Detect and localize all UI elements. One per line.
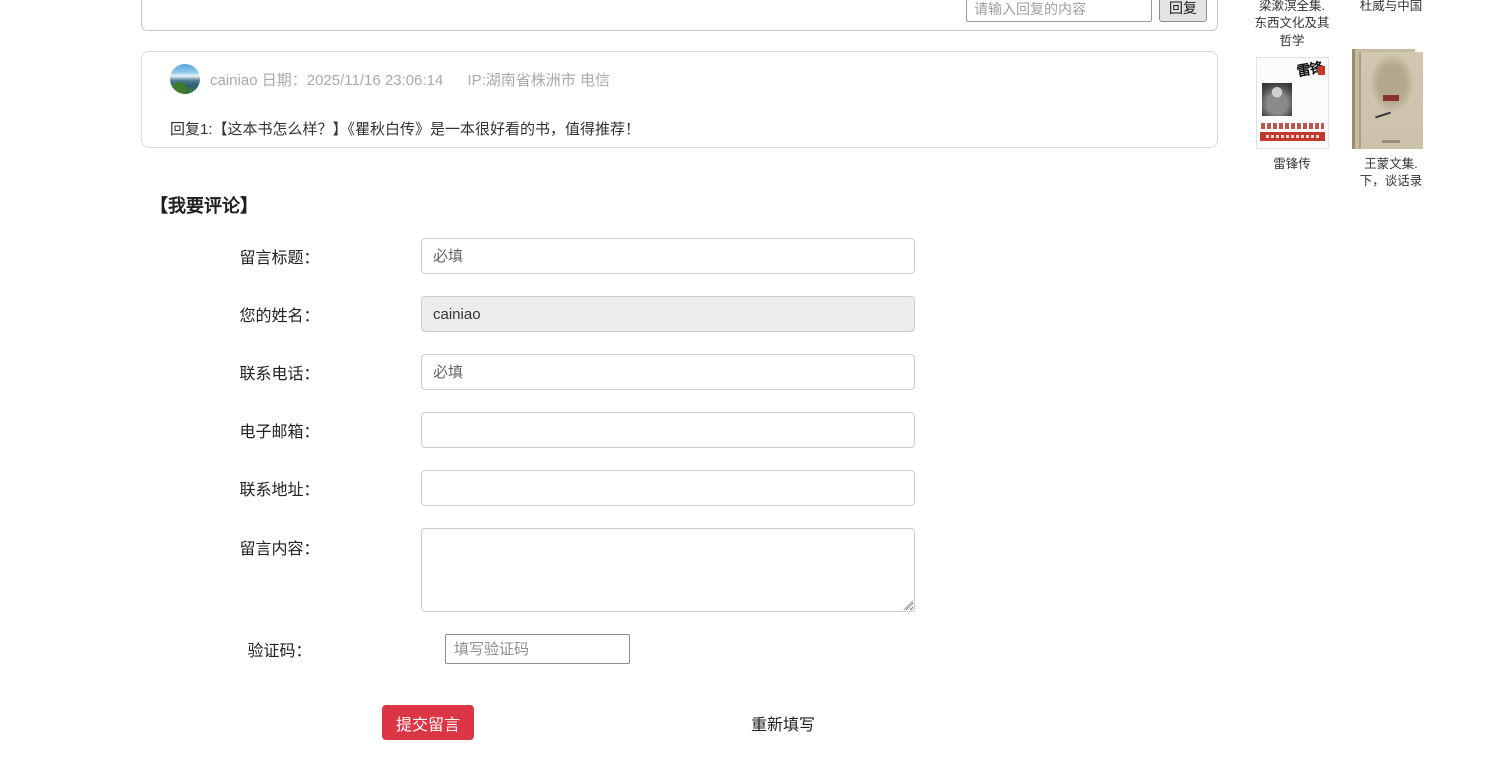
form-buttons: 提交留言 重新填写 <box>141 705 1091 740</box>
user-avatar <box>170 64 200 94</box>
book-title[interactable]: 杜威与中国 <box>1352 0 1430 15</box>
name-label: 您的姓名： <box>237 302 322 326</box>
comment-card: cainiao 日期：2025/11/16 23:06:14 IP:湖南省株洲市… <box>141 51 1218 148</box>
red-seal-icon <box>1318 66 1325 75</box>
book-cover-wangmeng[interactable] <box>1359 52 1423 149</box>
phone-input[interactable] <box>421 354 915 390</box>
phone-label: 联系电话： <box>237 360 322 384</box>
name-input[interactable] <box>421 296 915 332</box>
cover-red-text-line <box>1261 123 1324 129</box>
message-title-input[interactable] <box>421 238 915 274</box>
book-title[interactable]: 王蒙文集. 下，谈话录 <box>1352 156 1430 191</box>
comment-datetime: 2025/11/16 23:06:14 <box>307 72 444 89</box>
section-title: 【我要评论】 <box>150 192 258 218</box>
form-row-phone: 联系电话： <box>141 354 1091 390</box>
form-row-name: 您的姓名： <box>141 296 1091 332</box>
book-item-leifengzhuan[interactable]: 雷锋 雷锋传 <box>1253 52 1331 173</box>
comment-username: cainiao <box>210 72 258 89</box>
form-row-captcha: 验证码： <box>141 634 1091 664</box>
book-item-duwei[interactable]: 杜威与中国 <box>1352 0 1430 15</box>
captcha-input[interactable] <box>445 634 630 664</box>
message-content-label: 留言内容： <box>237 528 322 559</box>
comment-header: cainiao 日期：2025/11/16 23:06:14 IP:湖南省株洲市… <box>170 64 610 94</box>
message-content-wrap <box>421 528 915 612</box>
reply-bar: 回复 <box>141 0 1218 31</box>
form-row-title: 留言标题： <box>141 238 1091 274</box>
cover-band-text <box>1266 135 1319 138</box>
comment-ip: IP:湖南省株洲市 电信 <box>467 72 610 89</box>
message-title-label: 留言标题： <box>237 244 322 268</box>
email-input[interactable] <box>421 412 915 448</box>
comment-content: 回复1:【这本书怎么样？】《瞿秋白传》是一本很好看的书，值得推荐！ <box>170 120 640 140</box>
submit-button[interactable]: 提交留言 <box>382 705 474 740</box>
comment-form: 留言标题： 您的姓名： 联系电话： 电子邮箱： 联系地址： 留言内容： 验证码：… <box>141 238 1091 740</box>
address-input[interactable] <box>421 470 915 506</box>
book-cover-leifengzhuan[interactable]: 雷锋 <box>1256 57 1329 149</box>
book-title[interactable]: 雷锋传 <box>1253 156 1331 173</box>
comment-meta: cainiao 日期：2025/11/16 23:06:14 IP:湖南省株洲市… <box>210 69 610 90</box>
email-label: 电子邮箱： <box>237 418 322 442</box>
book-item-liangshuming[interactable]: 梁漱溟全集. 东西文化及其哲学 <box>1253 0 1331 50</box>
form-row-email: 电子邮箱： <box>141 412 1091 448</box>
comment-date-label: 日期： <box>262 72 307 89</box>
book-item-wangmeng[interactable]: 王蒙文集. 下，谈话录 <box>1352 48 1430 191</box>
message-content-textarea[interactable] <box>421 528 915 612</box>
cover-red-band <box>1260 132 1325 141</box>
publisher-mark <box>1382 140 1400 143</box>
captcha-label: 验证码： <box>237 637 322 661</box>
reply-input[interactable] <box>966 0 1152 22</box>
book-title[interactable]: 梁漱溟全集. 东西文化及其哲学 <box>1253 0 1331 50</box>
form-row-address: 联系地址： <box>141 470 1091 506</box>
reply-button[interactable]: 回复 <box>1159 0 1207 22</box>
form-row-content: 留言内容： <box>141 528 1091 612</box>
reset-button[interactable]: 重新填写 <box>751 711 815 735</box>
address-label: 联系地址： <box>237 476 322 500</box>
cover-title-block <box>1383 95 1399 101</box>
leifeng-portrait-photo <box>1262 83 1292 116</box>
